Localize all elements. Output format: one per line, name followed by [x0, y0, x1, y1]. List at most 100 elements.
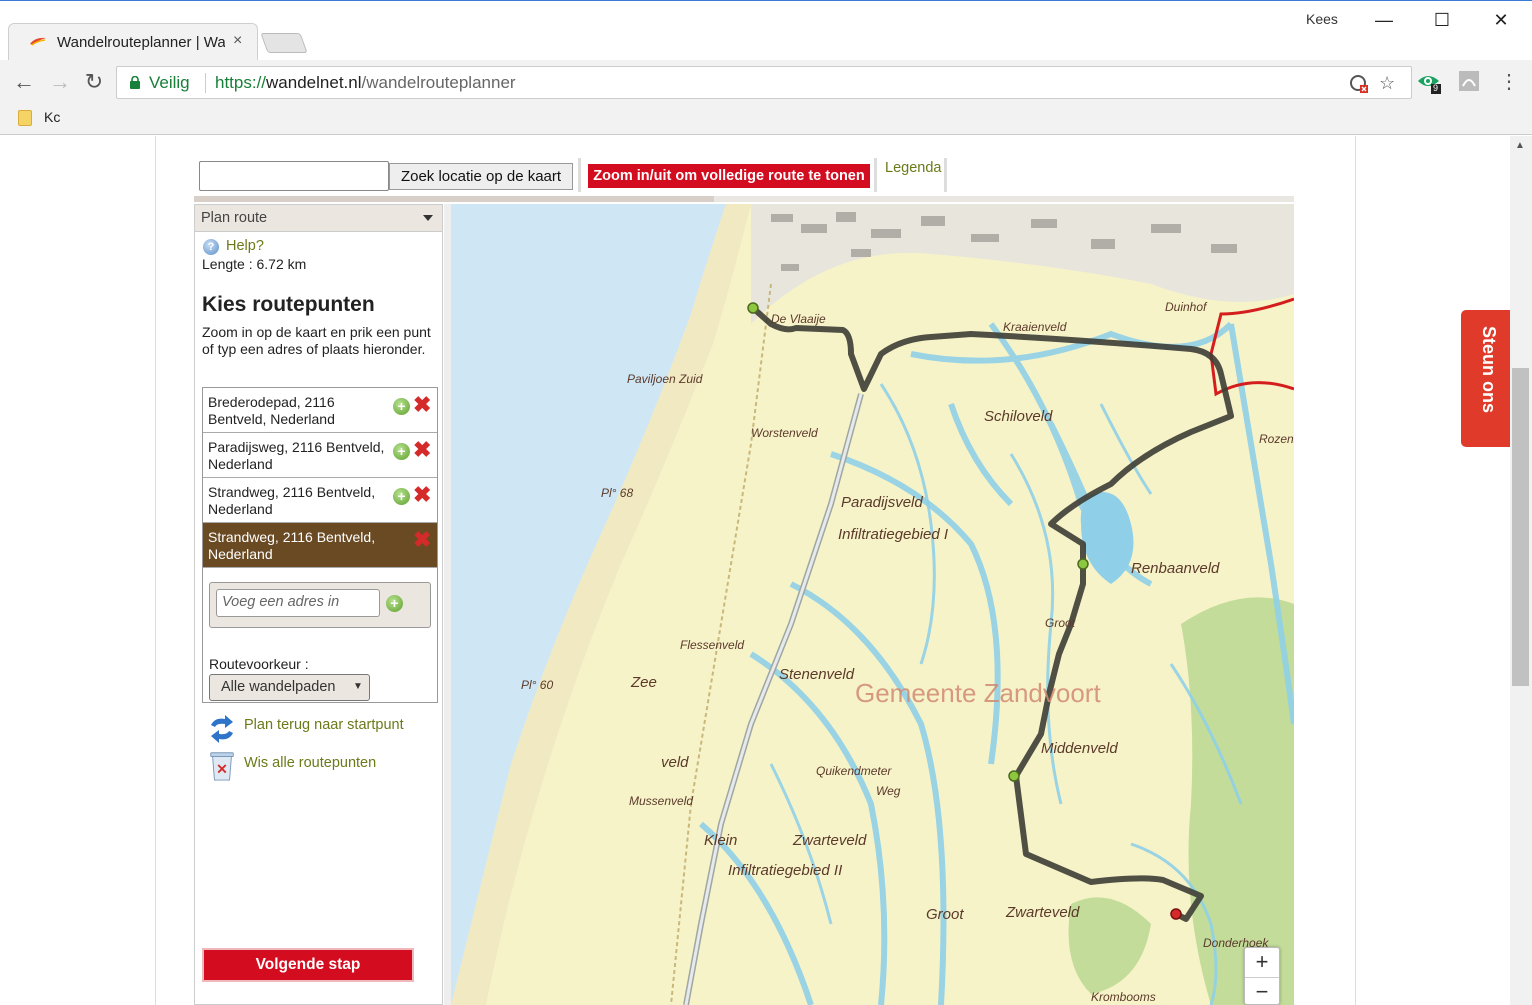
- map-label: Klein: [704, 832, 738, 849]
- close-window-button[interactable]: ✕: [1486, 7, 1516, 33]
- zoom-out-button[interactable]: −: [1245, 977, 1279, 1005]
- map-label: Pl° 60: [521, 678, 554, 692]
- map-label: Flessenveld: [680, 638, 745, 652]
- plan-route-panel: Plan route ? Help? Lengte : 6.72 km Kies…: [194, 204, 443, 1005]
- waypoint-item-active[interactable]: Strandweg, 2116 Bentveld, Nederland ✖: [203, 523, 437, 568]
- help-icon[interactable]: ?: [203, 239, 219, 255]
- clear-all-link[interactable]: Wis alle routepunten: [244, 755, 376, 771]
- map-label: De Vlaaije: [771, 312, 826, 326]
- waypoint-address: Strandweg, 2116 Bentveld, Nederland: [208, 529, 376, 562]
- reload-button[interactable]: ↻: [81, 70, 107, 96]
- location-search-input[interactable]: [199, 161, 389, 191]
- panel-header-label: Plan route: [201, 210, 268, 226]
- map-label: Zwarteveld: [1006, 904, 1080, 921]
- url-scheme: https://: [215, 73, 267, 92]
- cookie-blocked-icon[interactable]: [1349, 74, 1369, 94]
- donate-tab[interactable]: Steun ons: [1461, 310, 1510, 447]
- maximize-button[interactable]: ☐: [1427, 7, 1457, 33]
- page-scrollbar[interactable]: ▲: [1510, 136, 1532, 1005]
- add-address-icon[interactable]: +: [386, 595, 403, 612]
- help-link[interactable]: Help?: [226, 238, 264, 254]
- map-label: Middenveld: [1041, 740, 1118, 757]
- browser-toolbar: ← → ↻ Veilig https://wandelnet.nl/wandel…: [0, 60, 1532, 104]
- map-label: Quikendmeter: [816, 764, 892, 778]
- toolbar-divider: [874, 158, 877, 192]
- zoom-in-button[interactable]: +: [1245, 948, 1279, 976]
- remove-waypoint-icon[interactable]: ✖: [413, 394, 431, 416]
- remove-waypoint-icon[interactable]: ✖: [413, 529, 431, 551]
- map-label: Pl° 68: [601, 486, 634, 500]
- scroll-up-icon[interactable]: ▲: [1515, 140, 1525, 151]
- waypoint-address: Brederodepad, 2116 Bentveld, Nederland: [208, 394, 335, 427]
- panel-header[interactable]: Plan route: [195, 205, 442, 232]
- bookmark-folder-kc[interactable]: Kc: [44, 109, 60, 125]
- waypoint-address: Strandweg, 2116 Bentveld, Nederland: [208, 484, 376, 517]
- add-waypoint-icon[interactable]: +: [393, 488, 410, 505]
- trash-icon[interactable]: [207, 749, 237, 781]
- panel-scrollbar[interactable]: [444, 204, 451, 1005]
- map-label: Zwarteveld: [793, 832, 867, 849]
- map-label: veld: [661, 754, 689, 771]
- address-bar[interactable]: Veilig https://wandelnet.nl/wandelroutep…: [116, 66, 1412, 99]
- waypoint-item[interactable]: Paradijsweg, 2116 Bentveld, Nederland + …: [203, 433, 437, 478]
- wandelnet-favicon-icon: [30, 37, 46, 46]
- add-waypoint-icon[interactable]: +: [393, 398, 410, 415]
- map-label: Worstenveld: [751, 426, 818, 440]
- page-border-left: [155, 136, 156, 1005]
- add-waypoint-icon[interactable]: +: [393, 443, 410, 460]
- section-heading: Kies routepunten: [202, 293, 375, 316]
- map-label: Renbaanveld: [1131, 560, 1220, 577]
- tab-close-icon[interactable]: ×: [233, 32, 242, 50]
- next-step-button[interactable]: Volgende stap: [202, 948, 414, 982]
- minimize-button[interactable]: —: [1369, 7, 1399, 33]
- add-address-input[interactable]: Voeg een adres in: [216, 589, 380, 617]
- map-label: Paviljoen Zuid: [627, 372, 703, 386]
- map-label: Paradijsveld: [841, 494, 923, 511]
- map-label: Zee: [631, 674, 657, 691]
- back-button[interactable]: ←: [11, 70, 37, 96]
- route-length: Lengte : 6.72 km: [202, 256, 307, 272]
- page-viewport: Zoek locatie op de kaart Zoom in/uit om …: [0, 136, 1532, 1005]
- return-arrows-icon[interactable]: [207, 713, 237, 745]
- forward-button[interactable]: →: [47, 70, 73, 96]
- map-label: Kraaienveld: [1003, 320, 1067, 334]
- map-canvas[interactable]: [451, 204, 1294, 1005]
- map-label: Rozen: [1259, 432, 1294, 446]
- chrome-menu-icon[interactable]: ⋮: [1496, 70, 1522, 96]
- address-separator: [205, 73, 206, 93]
- plan-back-link[interactable]: Plan terug naar startpunt: [244, 717, 404, 733]
- url-text[interactable]: https://wandelnet.nl/wandelrouteplanner: [215, 73, 516, 93]
- pdf-extension-icon[interactable]: [1458, 70, 1482, 94]
- extension-badge: 9: [1433, 83, 1439, 93]
- secure-label: Veilig: [149, 73, 190, 92]
- route-map[interactable]: De Vlaaije Kraaienveld Duinhof Paviljoen…: [451, 204, 1294, 1005]
- map-zoom-control: + −: [1244, 947, 1280, 1005]
- search-location-button[interactable]: Zoek locatie op de kaart: [389, 163, 573, 190]
- route-preference-value: Alle wandelpaden: [221, 679, 336, 695]
- legend-link[interactable]: Legenda: [885, 160, 941, 176]
- waypoint-item[interactable]: Brederodepad, 2116 Bentveld, Nederland +…: [203, 388, 437, 433]
- waypoint-list: Brederodepad, 2116 Bentveld, Nederland +…: [202, 387, 438, 703]
- zoom-notice: Zoom in/uit om volledige route te tonen: [588, 164, 870, 188]
- tab-title: Wandelrouteplanner | Wa: [57, 34, 225, 51]
- remove-waypoint-icon[interactable]: ✖: [413, 439, 431, 461]
- map-label: Stenenveld: [779, 666, 855, 683]
- map-label: Infiltratiegebied I: [838, 526, 949, 543]
- donate-label: Steun ons: [1479, 326, 1499, 414]
- url-host: wandelnet.nl: [266, 73, 362, 92]
- loading-band: [194, 196, 1294, 202]
- extension-eye-icon[interactable]: 9: [1417, 70, 1441, 94]
- waypoint-item[interactable]: Strandweg, 2116 Bentveld, Nederland + ✖: [203, 478, 437, 523]
- route-preference-select[interactable]: Alle wandelpaden ▼: [209, 674, 370, 701]
- scroll-thumb[interactable]: [1512, 368, 1529, 686]
- caret-down-icon: [423, 215, 433, 221]
- bookmark-star-icon[interactable]: ☆: [1379, 73, 1395, 94]
- map-label: Groot: [1045, 616, 1076, 630]
- remove-waypoint-icon[interactable]: ✖: [413, 484, 431, 506]
- route-preference-label: Routevoorkeur :: [209, 656, 309, 672]
- new-tab-button[interactable]: [260, 33, 308, 53]
- intro-text: Zoom in op de kaart en prik een punt of …: [202, 324, 431, 357]
- waypoint-address: Paradijsweg, 2116 Bentveld, Nederland: [208, 439, 385, 472]
- browser-tab[interactable]: Wandelrouteplanner | Wa ×: [8, 23, 258, 61]
- profile-name[interactable]: Kees: [1306, 11, 1338, 27]
